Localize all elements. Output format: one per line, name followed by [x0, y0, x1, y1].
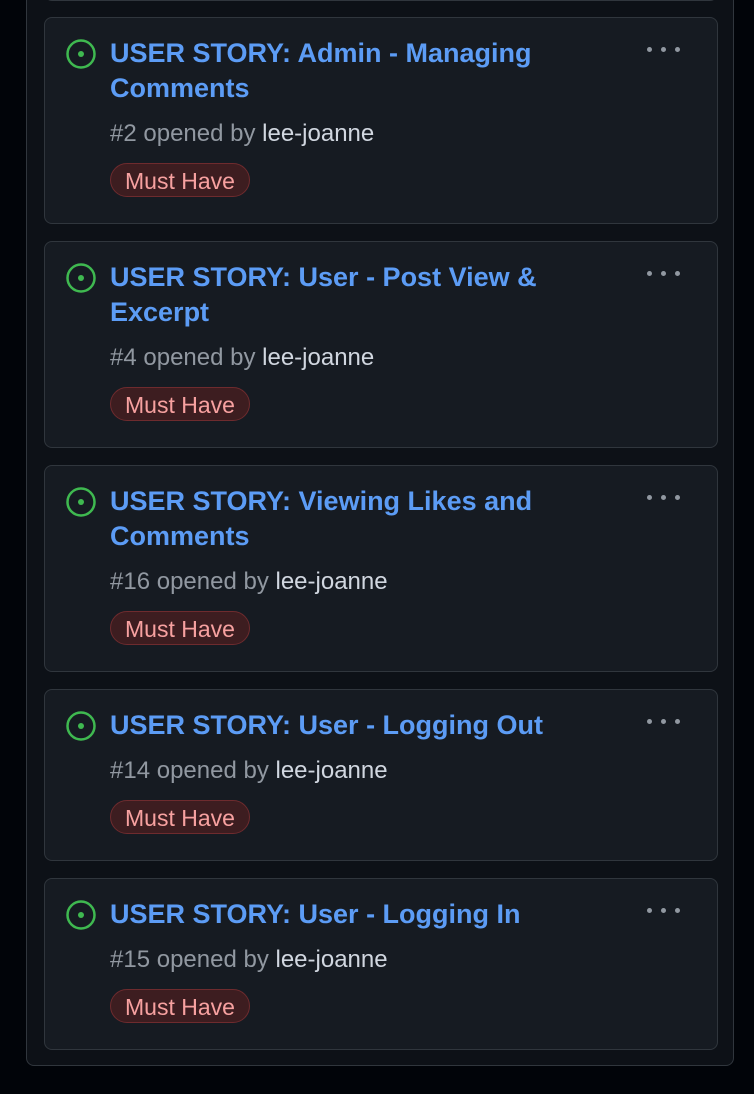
dot-icon — [647, 271, 652, 276]
dot-icon — [661, 47, 666, 52]
card-menu-button[interactable] — [647, 901, 687, 919]
label-must-have[interactable]: Must Have — [110, 989, 250, 1023]
card-menu-button[interactable] — [647, 264, 687, 282]
issue-number: #15 — [110, 946, 151, 973]
issue-author[interactable]: lee-joanne — [276, 757, 388, 784]
dot-icon — [675, 271, 680, 276]
issue-title[interactable]: USER STORY: Viewing Likes and Comments — [110, 484, 580, 554]
issue-author[interactable]: lee-joanne — [262, 120, 374, 147]
dot-icon — [647, 908, 652, 913]
opened-by-text: opened by — [156, 568, 269, 595]
issue-meta: #2 opened by lee-joanne — [110, 120, 374, 148]
issue-author[interactable]: lee-joanne — [276, 946, 388, 973]
issue-meta: #16 opened by lee-joanne — [110, 568, 388, 596]
issue-title[interactable]: USER STORY: User - Logging Out — [110, 708, 630, 743]
dot-icon — [661, 908, 666, 913]
issue-number: #14 — [110, 757, 151, 784]
dot-icon — [647, 47, 652, 52]
issue-meta: #4 opened by lee-joanne — [110, 344, 374, 372]
dot-icon — [675, 719, 680, 724]
dot-icon — [675, 495, 680, 500]
issue-title[interactable]: USER STORY: Admin - Managing Comments — [110, 36, 580, 106]
dot-icon — [647, 495, 652, 500]
issue-meta: #15 opened by lee-joanne — [110, 946, 388, 974]
issue-card[interactable]: USER STORY: Admin - Managing Comments #2… — [44, 17, 718, 224]
issue-opened-icon — [66, 711, 96, 741]
issue-opened-icon — [66, 900, 96, 930]
issue-card[interactable]: USER STORY: User - Post View & Excerpt #… — [44, 241, 718, 448]
dot-icon — [661, 271, 666, 276]
dot-icon — [675, 908, 680, 913]
label-must-have[interactable]: Must Have — [110, 387, 250, 421]
issue-number: #4 — [110, 344, 137, 371]
dot-icon — [675, 47, 680, 52]
issue-opened-icon — [66, 487, 96, 517]
previous-card-partial[interactable] — [44, 0, 718, 1]
opened-by-text: opened by — [143, 120, 256, 147]
issue-card[interactable]: USER STORY: User - Logging In #15 opened… — [44, 878, 718, 1050]
label-must-have[interactable]: Must Have — [110, 163, 250, 197]
issue-card[interactable]: USER STORY: Viewing Likes and Comments #… — [44, 465, 718, 672]
card-menu-button[interactable] — [647, 488, 687, 506]
dot-icon — [647, 719, 652, 724]
issue-title[interactable]: USER STORY: User - Post View & Excerpt — [110, 260, 580, 330]
issue-number: #2 — [110, 120, 137, 147]
opened-by-text: opened by — [143, 344, 256, 371]
opened-by-text: opened by — [156, 757, 269, 784]
dot-icon — [661, 719, 666, 724]
opened-by-text: opened by — [156, 946, 269, 973]
issue-number: #16 — [110, 568, 151, 595]
issue-title[interactable]: USER STORY: User - Logging In — [110, 897, 630, 932]
issue-meta: #14 opened by lee-joanne — [110, 757, 388, 785]
card-menu-button[interactable] — [647, 712, 687, 730]
issue-opened-icon — [66, 39, 96, 69]
issue-author[interactable]: lee-joanne — [262, 344, 374, 371]
issue-author[interactable]: lee-joanne — [276, 568, 388, 595]
issue-card[interactable]: USER STORY: User - Logging Out #14 opene… — [44, 689, 718, 861]
label-must-have[interactable]: Must Have — [110, 611, 250, 645]
issue-opened-icon — [66, 263, 96, 293]
label-must-have[interactable]: Must Have — [110, 800, 250, 834]
dot-icon — [661, 495, 666, 500]
card-menu-button[interactable] — [647, 40, 687, 58]
